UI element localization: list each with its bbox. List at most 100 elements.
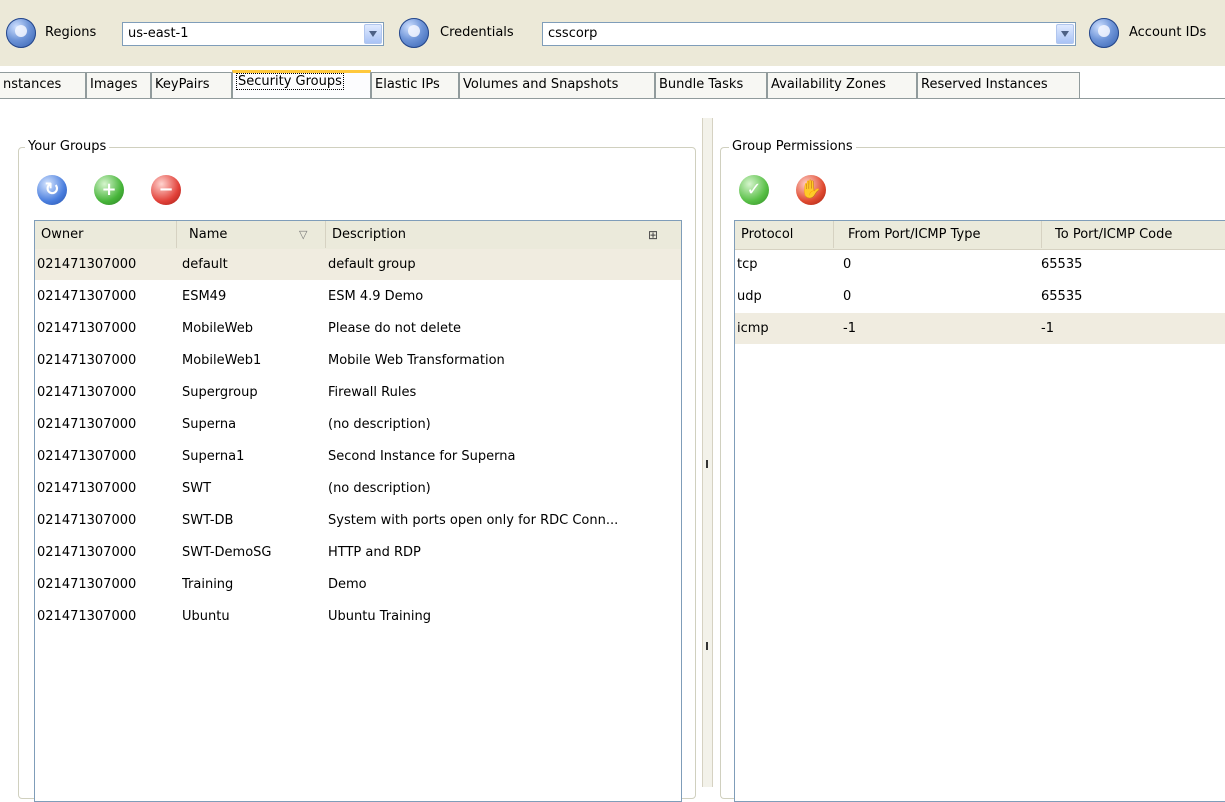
cell-protocol: udp [737,289,762,304]
table-row[interactable]: tcp 0 65535 [735,249,1225,280]
table-row[interactable]: 021471307000 Superna (no description) [35,409,681,440]
cell-to: -1 [1041,321,1054,336]
account-ids-label[interactable]: Account IDs [1129,25,1206,40]
table-row[interactable]: 021471307000 Supergroup Firewall Rules [35,377,681,408]
remove-glyph: − [158,179,174,200]
tab-label: KeyPairs [155,77,210,92]
column-header-to-port[interactable]: To Port/ICMP Code [1042,221,1225,248]
cell-owner: 021471307000 [37,321,137,336]
tab-reserved-instances[interactable]: Reserved Instances [917,72,1080,98]
account-ids-icon[interactable] [1089,18,1119,48]
cell-description: Please do not delete [328,321,462,336]
table-row[interactable]: 021471307000 default default group [35,249,681,280]
regions-label: Regions [45,25,97,40]
column-header-owner[interactable]: Owner [35,221,177,248]
regions-select[interactable]: us-east-1 [122,22,384,46]
cell-owner: 021471307000 [37,545,137,560]
regions-icon [6,18,36,48]
cell-description: Ubuntu Training [328,609,432,624]
cell-owner: 021471307000 [37,257,137,272]
group-permissions-title: Group Permissions [729,139,856,154]
splitter-grip-icon [706,460,708,468]
column-header-name[interactable]: Name ▽ [177,221,326,248]
tab-volumes-and-snapshots[interactable]: Volumes and Snapshots [459,72,655,98]
cell-name: SWT-DB [182,513,234,528]
tab-images[interactable]: Images [86,72,151,98]
table-row[interactable]: 021471307000 Ubuntu Ubuntu Training [35,601,681,632]
cell-owner: 021471307000 [37,289,137,304]
cell-description: Demo [328,577,367,592]
table-row[interactable]: 021471307000 ESM49 ESM 4.9 Demo [35,281,681,312]
tab-bundle-tasks[interactable]: Bundle Tasks [655,72,767,98]
refresh-glyph: ↻ [44,179,60,200]
revoke-icon[interactable]: ✋ [796,175,826,205]
table-row[interactable]: 021471307000 SWT (no description) [35,473,681,504]
add-icon[interactable]: + [94,175,124,205]
cell-description: Second Instance for Superna [328,449,516,464]
splitter-grip-icon [706,642,708,650]
column-header-from-port[interactable]: From Port/ICMP Type [834,221,1042,248]
table-row[interactable]: 021471307000 MobileWeb1 Mobile Web Transfo… [35,345,681,376]
permissions-table[interactable]: Protocol From Port/ICMP Type To Port/ICM… [734,220,1225,802]
sort-desc-icon: ▽ [299,228,308,241]
groups-table[interactable]: Owner Name ▽ Description ⊞ 021471307000 d… [34,220,682,802]
table-row[interactable]: 021471307000 SWT-DemoSG HTTP and RDP [35,537,681,568]
cell-description: Mobile Web Transformation [328,353,505,368]
permissions-table-header: Protocol From Port/ICMP Type To Port/ICM… [735,221,1225,250]
credentials-icon [399,18,429,48]
column-header-protocol[interactable]: Protocol [735,221,834,248]
column-header-description[interactable]: Description ⊞ [326,221,681,248]
table-row[interactable]: 021471307000 MobileWeb Please do not delet… [35,313,681,344]
chevron-down-icon[interactable] [364,24,382,44]
cell-name: MobileWeb [182,321,253,336]
table-row[interactable]: 021471307000 Superna1 Second Instance for … [35,441,681,472]
credentials-select[interactable]: csscorp [542,22,1076,46]
cell-to: 65535 [1041,289,1083,304]
remove-icon[interactable]: − [151,175,181,205]
cell-owner: 021471307000 [37,609,137,624]
tab-label: Images [90,77,138,92]
refresh-icon[interactable]: ↻ [37,175,67,205]
tab-label: nstances [3,77,62,92]
cell-description: System with ports open only for RDC Conn… [328,513,619,528]
table-row[interactable]: 021471307000 SWT-DB System with ports open… [35,505,681,536]
add-glyph: + [101,179,117,200]
cell-name: ESM49 [182,289,227,304]
tab-elastic-ips[interactable]: Elastic IPs [371,72,459,98]
column-label: Owner [41,227,84,242]
cell-name: Superna1 [182,449,245,464]
tab-instances[interactable]: nstances [0,72,86,98]
tab-label: Availability Zones [771,77,886,92]
tab-keypairs[interactable]: KeyPairs [151,72,232,98]
credentials-value: csscorp [548,26,598,41]
cell-from: -1 [843,321,856,336]
cell-owner: 021471307000 [37,385,137,400]
cell-protocol: icmp [737,321,769,336]
panel-splitter[interactable] [702,118,713,787]
cell-description: Firewall Rules [328,385,417,400]
groups-table-header: Owner Name ▽ Description ⊞ [35,221,681,250]
tab-strip: nstances Images KeyPairs Security Groups… [0,70,1225,98]
stop-hand-glyph: ✋ [799,179,823,200]
table-row[interactable]: icmp -1 -1 [735,313,1225,344]
cell-description: (no description) [328,417,431,432]
tab-label: Reserved Instances [921,77,1048,92]
grant-icon[interactable]: ✓ [739,175,769,205]
cell-protocol: tcp [737,257,758,272]
cell-from: 0 [843,289,852,304]
cell-description: (no description) [328,481,431,496]
table-row[interactable]: udp 0 65535 [735,281,1225,312]
chevron-down-icon[interactable] [1056,24,1074,44]
cell-owner: 021471307000 [37,513,137,528]
column-chooser-icon[interactable]: ⊞ [648,221,658,249]
column-label: Description [332,227,407,242]
tab-label: Volumes and Snapshots [463,77,619,92]
cell-owner: 021471307000 [37,449,137,464]
tab-availability-zones[interactable]: Availability Zones [767,72,917,98]
regions-value: us-east-1 [128,26,189,41]
table-row[interactable]: 021471307000 Training Demo [35,569,681,600]
your-groups-title: Your Groups [25,139,110,154]
cell-owner: 021471307000 [37,577,137,592]
tab-label: Elastic IPs [375,77,440,92]
tab-security-groups[interactable]: Security Groups [232,70,371,98]
